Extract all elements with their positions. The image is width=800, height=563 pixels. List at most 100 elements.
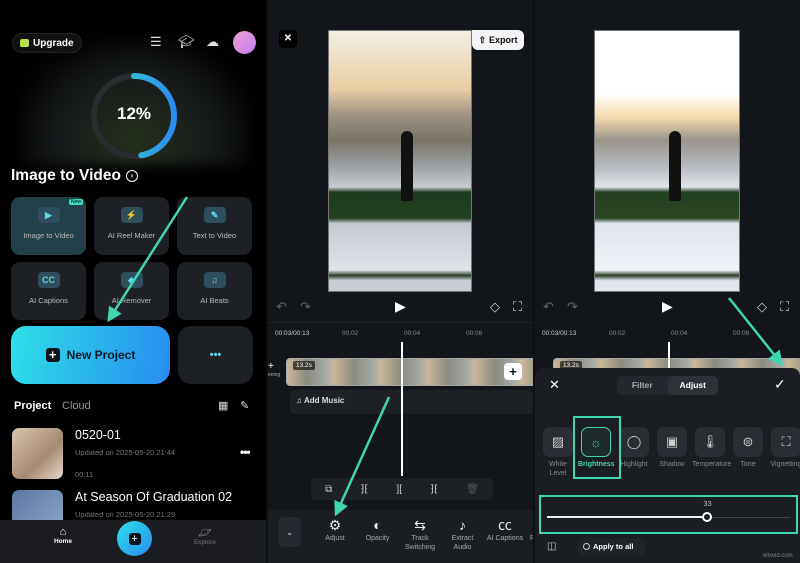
playhead[interactable] — [668, 342, 670, 370]
project-menu-icon[interactable]: ••• — [240, 445, 251, 459]
adjust-option-tone[interactable]: ⊜ Tone — [730, 427, 766, 469]
video-preview[interactable] — [328, 30, 472, 292]
confirm-check-icon[interactable]: ✓ — [774, 376, 786, 393]
delete-icon[interactable]: 🗑︎ — [466, 484, 479, 495]
edit-icon[interactable]: ✎ — [240, 399, 249, 412]
tab-adjust[interactable]: Adjust — [667, 376, 718, 395]
project-thumbnail[interactable] — [12, 428, 63, 479]
video-clip-track[interactable] — [286, 358, 533, 386]
project-updated: Updated on 2025-05-20 21:29 — [75, 510, 176, 519]
crown-icon — [20, 39, 29, 47]
divider — [268, 322, 533, 323]
time-readout: 00:03/00:13 — [542, 330, 577, 337]
upgrade-label: Upgrade — [33, 37, 74, 49]
tool-tile[interactable]: ◆ AI Remover — [94, 262, 169, 320]
cloud-icon[interactable]: ☁︎ — [206, 34, 219, 50]
avatar[interactable] — [233, 31, 256, 54]
adjust-option-shadow[interactable]: ▣ Shadow — [654, 427, 690, 469]
opening-label: ening — [268, 372, 281, 378]
adjust-icon: ⛶ — [771, 427, 800, 457]
tab-cloud[interactable]: Cloud — [62, 400, 91, 412]
fullscreen-icon[interactable]: ⛶ — [780, 299, 789, 315]
redo-icon[interactable]: ↷ — [567, 299, 578, 315]
cc-icon: CC — [37, 272, 60, 288]
collapse-button[interactable]: ⌄ — [278, 517, 301, 547]
trim-end-icon[interactable]: ⁆⁅ — [430, 484, 438, 495]
slider-value: 33 — [703, 499, 712, 508]
keyframe-icon[interactable]: ◇ — [757, 299, 767, 315]
new-project-button[interactable]: + New Project — [11, 326, 170, 384]
export-button[interactable]: ⇧ Export — [472, 30, 524, 50]
progress-text: 12% — [116, 104, 152, 123]
tool-label: Track Switching — [405, 535, 435, 551]
more-button[interactable]: ••• — [178, 326, 253, 384]
tool-label: Adjust — [325, 535, 345, 542]
undo-icon[interactable]: ↶ — [276, 299, 287, 315]
video-preview[interactable] — [594, 30, 740, 292]
adjust-option-vignetting[interactable]: ⛶ Vignetting — [768, 427, 800, 469]
split-icon[interactable]: ][ — [396, 484, 402, 495]
ruler-tick: 00:06 — [733, 330, 750, 337]
music-note-icon: ♫ — [296, 396, 304, 405]
duplicate-icon[interactable]: ⧉ — [325, 484, 332, 495]
add-music-label: Add Music — [303, 396, 345, 405]
adjust-option-temperature[interactable]: 🌡︎ Temperature — [692, 427, 731, 469]
tool-track-switching[interactable]: ⇆ Track Switching — [400, 516, 440, 552]
planet-icon: 🪐︎ — [198, 527, 212, 539]
tool-label: Opacity — [365, 535, 390, 542]
graduation-cap-icon[interactable]: 🎓︎ — [178, 34, 195, 50]
adjust-option-white-level[interactable]: ▨ White Level — [540, 427, 576, 478]
redo-icon[interactable]: ↷ — [300, 299, 311, 315]
undo-icon[interactable]: ↶ — [543, 299, 554, 315]
nav-home[interactable]: ⌂ Home — [48, 526, 78, 545]
trim-start-icon[interactable]: ⁆⁅ — [360, 484, 368, 495]
adjust-option-label: Shadow — [659, 461, 685, 468]
tool-tile[interactable]: ▶ Image to Video New — [11, 197, 86, 255]
tool-extract-audio[interactable]: ♪ Extract Audio — [443, 516, 483, 552]
tool-tile[interactable]: CC AI Captions — [11, 262, 86, 320]
slider-fill — [547, 516, 708, 518]
add-clip-button[interactable]: + — [504, 363, 522, 380]
chevron-right-icon: › — [125, 170, 138, 182]
adjust-icon: ▨ — [543, 427, 573, 457]
feature-title-text: Image to Video — [11, 167, 121, 184]
adjust-option-highlight[interactable]: ◯ Highlight — [616, 427, 652, 469]
music-beat-icon: ♫ — [203, 272, 226, 288]
feature-title[interactable]: Image to Video › — [11, 167, 138, 185]
compare-icon[interactable]: ◫ — [547, 541, 556, 552]
add-opening-button[interactable]: + ening — [268, 362, 281, 379]
extract-audio-icon: ♪ — [459, 517, 466, 533]
keyframe-icon[interactable]: ◇ — [490, 299, 500, 315]
apply-to-all-button[interactable]: Apply to all — [578, 538, 645, 555]
tool-tile[interactable]: ✎ Text to Video — [177, 197, 252, 255]
tab-project[interactable]: Project — [14, 400, 51, 412]
tool-tile[interactable]: ♫ AI Beats — [177, 262, 252, 320]
plus-icon: + — [128, 532, 141, 545]
project-title[interactable]: At Season Of Graduation 02 — [75, 490, 232, 504]
list-icon[interactable]: ☰ — [150, 34, 162, 50]
tool-opacity[interactable]: ◐ Opacity — [358, 516, 398, 543]
cancel-icon[interactable]: ✕ — [549, 377, 560, 393]
home-screen: Upgrade ☰ 🎓︎ ☁︎ 12% Image to Video › ▶ Im… — [0, 0, 266, 563]
project-title[interactable]: 0520-01 — [75, 428, 121, 442]
nav-explore[interactable]: 🪐︎ Explore — [188, 526, 222, 546]
add-music-button[interactable]: ♫ Add Music — [290, 390, 533, 414]
adjust-option-label: Highlight — [620, 461, 648, 468]
tool-adjust[interactable]: ⚙ Adjust — [315, 516, 355, 543]
tab-filter[interactable]: Filter — [617, 376, 668, 395]
close-button[interactable]: ✕ — [279, 30, 297, 48]
tool-label: R — [529, 535, 533, 542]
tool-r[interactable]: R — [528, 534, 533, 543]
playhead[interactable] — [401, 342, 403, 476]
upgrade-button[interactable]: Upgrade — [12, 33, 82, 53]
time-readout: 00:03/00:13 — [275, 330, 310, 337]
grid-view-icon[interactable]: ▦ — [218, 399, 228, 412]
create-button[interactable]: + — [117, 521, 152, 556]
fullscreen-icon[interactable]: ⛶ — [513, 299, 522, 315]
tool-ai-captions[interactable]: ㏄ AI Captions — [485, 516, 525, 543]
play-icon[interactable]: ▶ — [662, 298, 673, 315]
clip-duration-badge: 13.2s — [293, 361, 315, 370]
radio-icon — [583, 543, 590, 550]
play-icon[interactable]: ▶ — [395, 298, 406, 315]
tool-tile[interactable]: ⚡ AI Reel Maker — [94, 197, 169, 255]
